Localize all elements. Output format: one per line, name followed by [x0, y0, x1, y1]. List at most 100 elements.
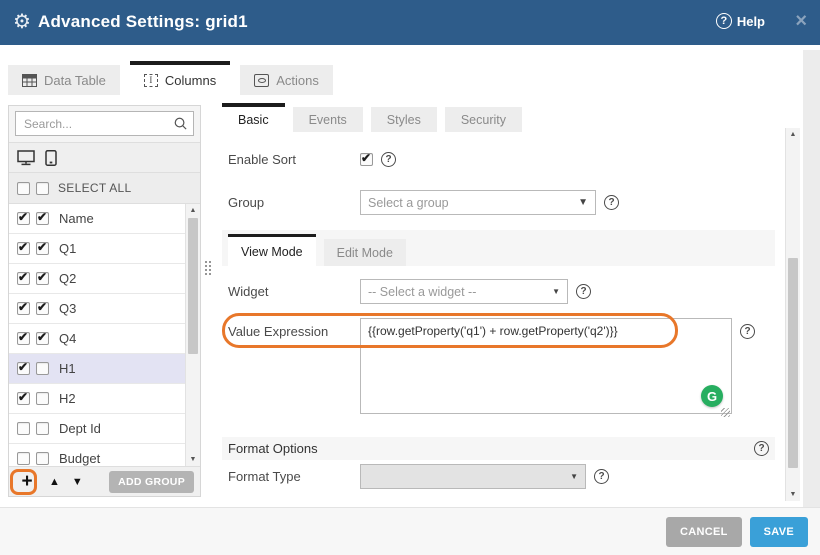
tab-styles[interactable]: Styles [371, 107, 437, 132]
move-up-button[interactable]: ▲ [49, 476, 60, 488]
desktop-icon[interactable] [17, 150, 35, 166]
settings-tabs: Basic Events Styles Security [222, 103, 800, 132]
search-input[interactable] [15, 111, 194, 136]
mobile-checkbox[interactable] [36, 332, 49, 345]
list-item-budget[interactable]: Budget [9, 444, 200, 466]
select-all-row[interactable]: SELECT ALL [9, 173, 200, 204]
mobile-checkbox[interactable] [36, 452, 49, 465]
scroll-up-icon[interactable]: ▲ [186, 207, 200, 214]
format-options-help-icon[interactable]: ? [754, 441, 769, 456]
format-type-help-icon[interactable]: ? [594, 469, 609, 484]
tab-security[interactable]: Security [445, 107, 522, 132]
tab-basic[interactable]: Basic [222, 103, 285, 132]
help-question-icon: ? [716, 13, 732, 29]
panel-splitter-handle[interactable] [204, 260, 212, 277]
mobile-checkbox[interactable] [36, 302, 49, 315]
list-item-dept-id[interactable]: Dept Id [9, 414, 200, 444]
tab-view-mode[interactable]: View Mode [228, 234, 316, 266]
mobile-checkbox[interactable] [36, 272, 49, 285]
list-item-h2[interactable]: H2 [9, 384, 200, 414]
tab-edit-mode-label: Edit Mode [337, 246, 393, 260]
group-help-icon[interactable]: ? [604, 195, 619, 210]
format-type-select[interactable]: ▼ [360, 464, 586, 489]
group-select-value: Select a group [368, 196, 449, 210]
desktop-checkbox[interactable] [17, 392, 30, 405]
select-all-desktop-checkbox[interactable] [17, 182, 30, 195]
value-expression-row: Value Expression {{row.getProperty('q1')… [222, 318, 755, 419]
scrollbar-thumb[interactable] [788, 258, 798, 468]
tab-styles-label: Styles [387, 113, 421, 127]
column-label: Q3 [59, 301, 76, 316]
desktop-checkbox[interactable] [17, 302, 30, 315]
tab-events-label: Events [309, 113, 347, 127]
format-type-row: Format Type ▼ ? [222, 464, 609, 489]
tab-data-table[interactable]: Data Table [8, 65, 120, 95]
list-item-q3[interactable]: Q3 [9, 294, 200, 324]
widget-select[interactable]: -- Select a widget -- ▼ [360, 279, 568, 304]
add-column-button[interactable]: + [17, 472, 37, 492]
dialog-title: Advanced Settings: grid1 [38, 12, 248, 32]
desktop-checkbox[interactable] [17, 212, 30, 225]
tab-actions[interactable]: Actions [240, 65, 333, 95]
tab-columns[interactable]: I Columns [130, 61, 230, 95]
scrollbar-thumb[interactable] [188, 218, 198, 354]
grammarly-icon[interactable]: G [701, 385, 723, 407]
list-item-q4[interactable]: Q4 [9, 324, 200, 354]
mobile-checkbox[interactable] [36, 422, 49, 435]
format-options-label: Format Options [228, 441, 318, 456]
chevron-down-icon: ▼ [552, 287, 560, 296]
scroll-up-icon[interactable]: ▲ [786, 131, 800, 138]
settings-scrollbar[interactable]: ▲ ▼ [785, 128, 800, 501]
close-icon[interactable]: × [795, 9, 807, 33]
textarea-resize-handle[interactable] [721, 408, 730, 417]
desktop-checkbox[interactable] [17, 452, 30, 465]
dialog-header: ⚙ Advanced Settings: grid1 ? Help × [0, 0, 820, 45]
save-button[interactable]: SAVE [750, 517, 808, 547]
mobile-checkbox[interactable] [36, 242, 49, 255]
desktop-checkbox[interactable] [17, 332, 30, 345]
columns-icon: I [144, 74, 158, 87]
search-icon[interactable] [173, 116, 188, 131]
list-item-name[interactable]: Name [9, 204, 200, 234]
mobile-checkbox[interactable] [36, 362, 49, 375]
help-button[interactable]: ? Help [716, 13, 765, 29]
group-row: Group Select a group ▼ ? [222, 190, 619, 215]
main-tabs: Data Table I Columns Actions [8, 61, 333, 95]
desktop-checkbox[interactable] [17, 422, 30, 435]
mobile-checkbox[interactable] [36, 392, 49, 405]
move-down-button[interactable]: ▼ [72, 476, 83, 488]
group-select[interactable]: Select a group ▼ [360, 190, 596, 215]
column-label: Q2 [59, 271, 76, 286]
mobile-icon[interactable] [45, 150, 57, 166]
desktop-checkbox[interactable] [17, 242, 30, 255]
value-expression-help-icon[interactable]: ? [740, 324, 755, 339]
value-expression-label: Value Expression [228, 318, 360, 339]
tab-edit-mode[interactable]: Edit Mode [324, 239, 406, 266]
list-item-q2[interactable]: Q2 [9, 264, 200, 294]
scroll-down-icon[interactable]: ▼ [786, 491, 800, 498]
column-list-scrollbar[interactable]: ▲ ▼ [185, 204, 200, 466]
format-options-header: Format Options ? [222, 437, 775, 460]
scroll-down-icon[interactable]: ▼ [186, 456, 200, 463]
value-expression-textarea[interactable]: {{row.getProperty('q1') + row.getPropert… [360, 318, 732, 414]
tab-columns-label: Columns [165, 73, 216, 88]
select-all-mobile-checkbox[interactable] [36, 182, 49, 195]
tab-view-mode-label: View Mode [241, 245, 303, 259]
cancel-button[interactable]: CANCEL [666, 517, 742, 547]
column-label: Budget [59, 451, 100, 466]
column-label: Name [59, 211, 94, 226]
enable-sort-checkbox[interactable] [360, 153, 373, 166]
enable-sort-help-icon[interactable]: ? [381, 152, 396, 167]
desktop-checkbox[interactable] [17, 362, 30, 375]
desktop-checkbox[interactable] [17, 272, 30, 285]
mobile-checkbox[interactable] [36, 212, 49, 225]
tab-security-label: Security [461, 113, 506, 127]
value-expression-field-wrap: {{row.getProperty('q1') + row.getPropert… [360, 318, 732, 419]
tab-events[interactable]: Events [293, 107, 363, 132]
column-label: H2 [59, 391, 76, 406]
data-table-icon [22, 74, 37, 87]
list-item-q1[interactable]: Q1 [9, 234, 200, 264]
list-item-h1[interactable]: H1 [9, 354, 200, 384]
widget-help-icon[interactable]: ? [576, 284, 591, 299]
add-group-button[interactable]: ADD GROUP [109, 471, 194, 493]
